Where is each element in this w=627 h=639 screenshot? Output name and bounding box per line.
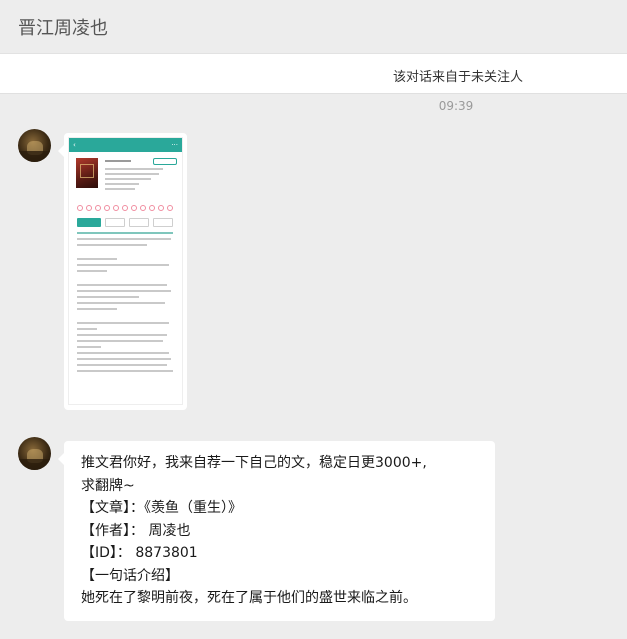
- message-line: 求翻牌~: [81, 477, 135, 494]
- message-line: 【文章】：《羡鱼（重生）》: [81, 500, 242, 516]
- message-line: 【作者】： 周凌也: [81, 522, 191, 539]
- unfollowed-notice-text: 该对话来自于未关注人: [392, 70, 523, 85]
- message-line: 【一句话介绍】: [81, 567, 179, 584]
- message-timestamp: 09:39: [438, 99, 474, 113]
- message-line: 推文君你好，我来自荐一下自己的文，稳定日更3000+,: [81, 455, 427, 471]
- message-line: 她死在了黎明前夜，死在了属于他们的盛世来临之前。: [81, 590, 417, 606]
- text-message-bubble[interactable]: 推文君你好，我来自荐一下自己的文，稳定日更3000+, 求翻牌~ 【文章】：《羡…: [58, 441, 495, 621]
- image-message-bubble[interactable]: ‹ ···: [58, 133, 187, 410]
- sender-avatar[interactable]: [18, 129, 51, 162]
- chat-title: 晋江周凌也: [18, 18, 108, 39]
- novel-page-screenshot-icon[interactable]: ‹ ···: [68, 137, 183, 405]
- sender-avatar[interactable]: [18, 437, 51, 470]
- chat-header: 晋江周凌也: [0, 0, 627, 54]
- message-line: 【ID】： 8873801: [81, 545, 198, 561]
- unfollowed-notice-bar: 该对话来自于未关注人: [0, 54, 627, 94]
